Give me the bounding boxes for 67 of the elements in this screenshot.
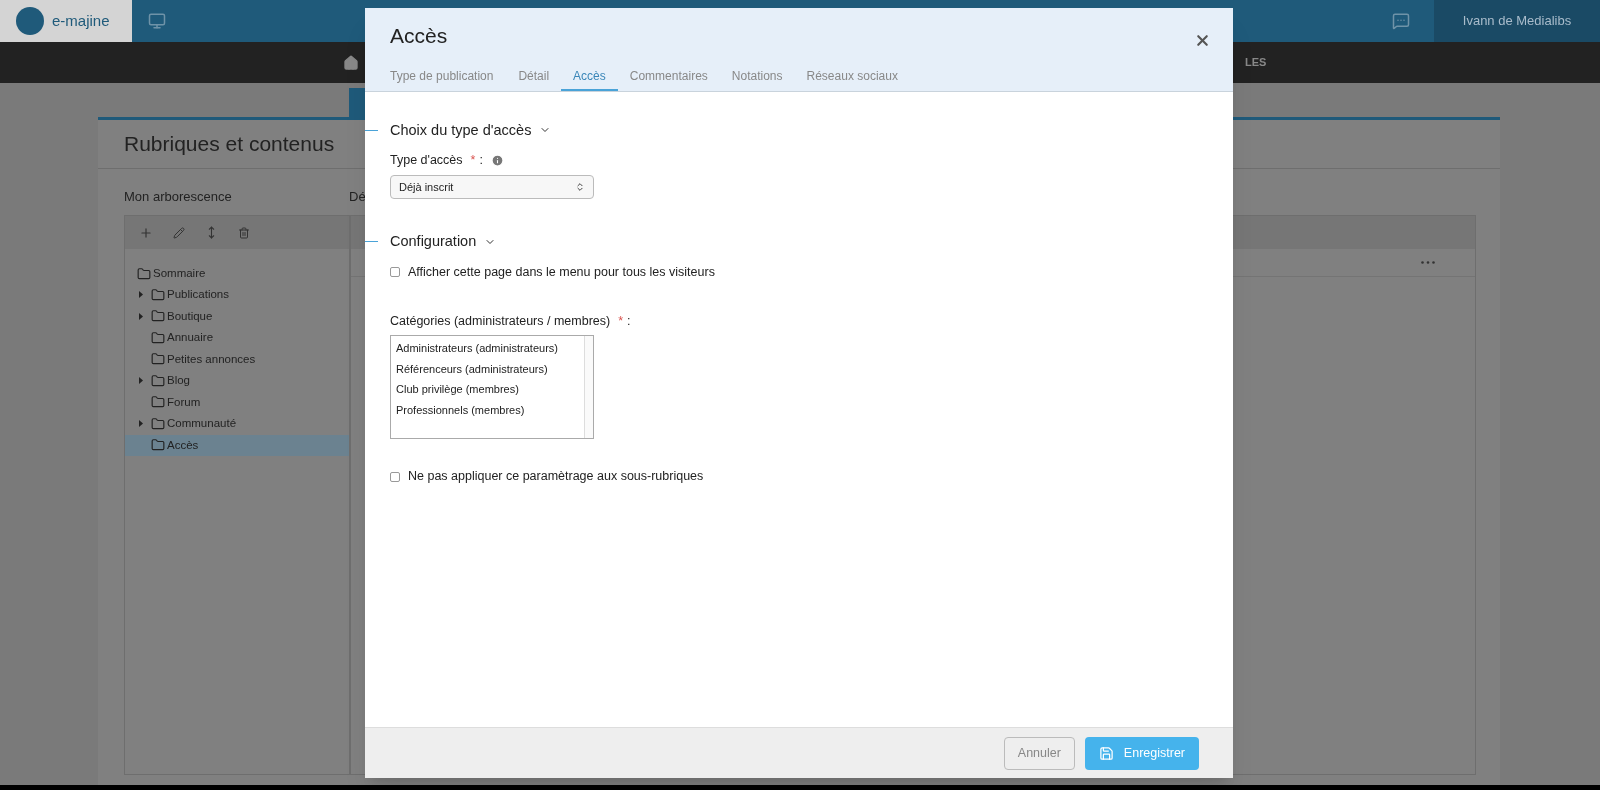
folder-icon bbox=[151, 287, 165, 302]
tree-item[interactable]: Communauté bbox=[125, 413, 349, 435]
tree-item[interactable]: Accès bbox=[125, 434, 349, 456]
folder-icon bbox=[151, 352, 165, 367]
listbox-option[interactable]: Référenceurs (administrateurs) bbox=[391, 358, 584, 380]
home-icon[interactable] bbox=[343, 54, 359, 71]
chat-icon[interactable] bbox=[1392, 12, 1410, 30]
section-title[interactable]: Choix du type d'accès bbox=[390, 119, 532, 142]
checkbox-option[interactable]: Ne pas appliquer ce paramètrage aux sous-rubriques bbox=[390, 467, 1233, 486]
user-menu[interactable]: Ivann de Medialibs bbox=[1434, 0, 1600, 42]
listbox-option[interactable]: Professionnels (membres) bbox=[391, 399, 584, 421]
save-icon bbox=[1098, 745, 1114, 761]
select-field[interactable]: Déjà inscrit bbox=[390, 175, 594, 199]
updown-icon bbox=[575, 182, 585, 192]
dialog-tab[interactable]: Détail bbox=[506, 63, 562, 91]
logo-text: e-majine bbox=[52, 10, 110, 31]
folder-icon bbox=[151, 438, 165, 453]
checkbox-option[interactable]: Afficher cette page dans le menu pour tous les visiteurs bbox=[390, 262, 1233, 282]
monitor-icon[interactable] bbox=[148, 12, 166, 30]
dialog-tab[interactable]: Accès bbox=[561, 63, 618, 91]
add-icon[interactable] bbox=[139, 225, 153, 240]
delete-icon[interactable] bbox=[238, 226, 250, 239]
detail-heading: Dé bbox=[349, 188, 366, 206]
required-mark: * bbox=[470, 152, 476, 170]
tree-heading: Mon arborescence bbox=[124, 188, 233, 206]
section-title[interactable]: Configuration bbox=[390, 231, 477, 253]
folder-icon bbox=[151, 416, 165, 431]
scrollbar[interactable] bbox=[584, 336, 593, 439]
dialog-tab[interactable]: Notations bbox=[719, 63, 795, 91]
dialog-tab[interactable]: Type de publication bbox=[390, 63, 507, 91]
tree-item[interactable]: Publications bbox=[125, 284, 349, 306]
caret-icon[interactable] bbox=[139, 312, 143, 320]
tree-item[interactable]: Sommaire bbox=[153, 264, 206, 283]
listbox-option[interactable]: Club privilège (membres) bbox=[391, 379, 584, 400]
colon: : bbox=[479, 152, 483, 170]
category-listbox[interactable]: Administrateurs (administrateurs) Référenceurs (administrateurs) Club privilège (membres) Professionnels (membres) bbox=[390, 335, 594, 440]
folder-icon bbox=[151, 309, 165, 324]
checkbox[interactable] bbox=[390, 267, 400, 278]
caret-icon[interactable] bbox=[139, 291, 143, 299]
folder-icon bbox=[151, 395, 165, 410]
colon: : bbox=[627, 312, 631, 330]
field-label: Catégories (administrateurs / membres) bbox=[390, 312, 611, 330]
tree-item[interactable]: Forum bbox=[125, 391, 349, 413]
dialog-title: Accès bbox=[390, 23, 448, 49]
logo-icon bbox=[16, 7, 44, 35]
tree-item[interactable]: Petites annonces bbox=[125, 348, 349, 370]
caret-icon[interactable] bbox=[139, 377, 143, 385]
nav-item[interactable]: LES bbox=[1245, 54, 1267, 71]
required-mark: * bbox=[618, 312, 624, 330]
page-title: Rubriques et contenus bbox=[124, 131, 335, 158]
tree-item[interactable]: Blog bbox=[125, 370, 349, 392]
caret-icon[interactable] bbox=[139, 420, 143, 428]
folder-icon bbox=[151, 330, 165, 345]
dialog-tab[interactable]: Réseaux sociaux bbox=[794, 63, 910, 91]
folder-icon bbox=[151, 373, 165, 388]
tree-item[interactable]: Boutique bbox=[125, 305, 349, 327]
info-icon[interactable] bbox=[490, 154, 504, 168]
save-button[interactable]: Enregistrer bbox=[1084, 736, 1199, 770]
dialog-tab[interactable]: Commentaires bbox=[617, 63, 720, 91]
more-icon[interactable] bbox=[1421, 261, 1435, 264]
field-label: Type d'accès bbox=[390, 152, 463, 170]
checkbox[interactable] bbox=[390, 471, 400, 482]
folder-icon bbox=[137, 266, 151, 281]
tree-item[interactable]: Annuaire bbox=[125, 327, 349, 349]
listbox-option[interactable]: Administrateurs (administrateurs) bbox=[391, 338, 584, 359]
edit-icon[interactable] bbox=[173, 226, 185, 239]
cancel-button[interactable]: Annuler bbox=[1003, 736, 1075, 770]
